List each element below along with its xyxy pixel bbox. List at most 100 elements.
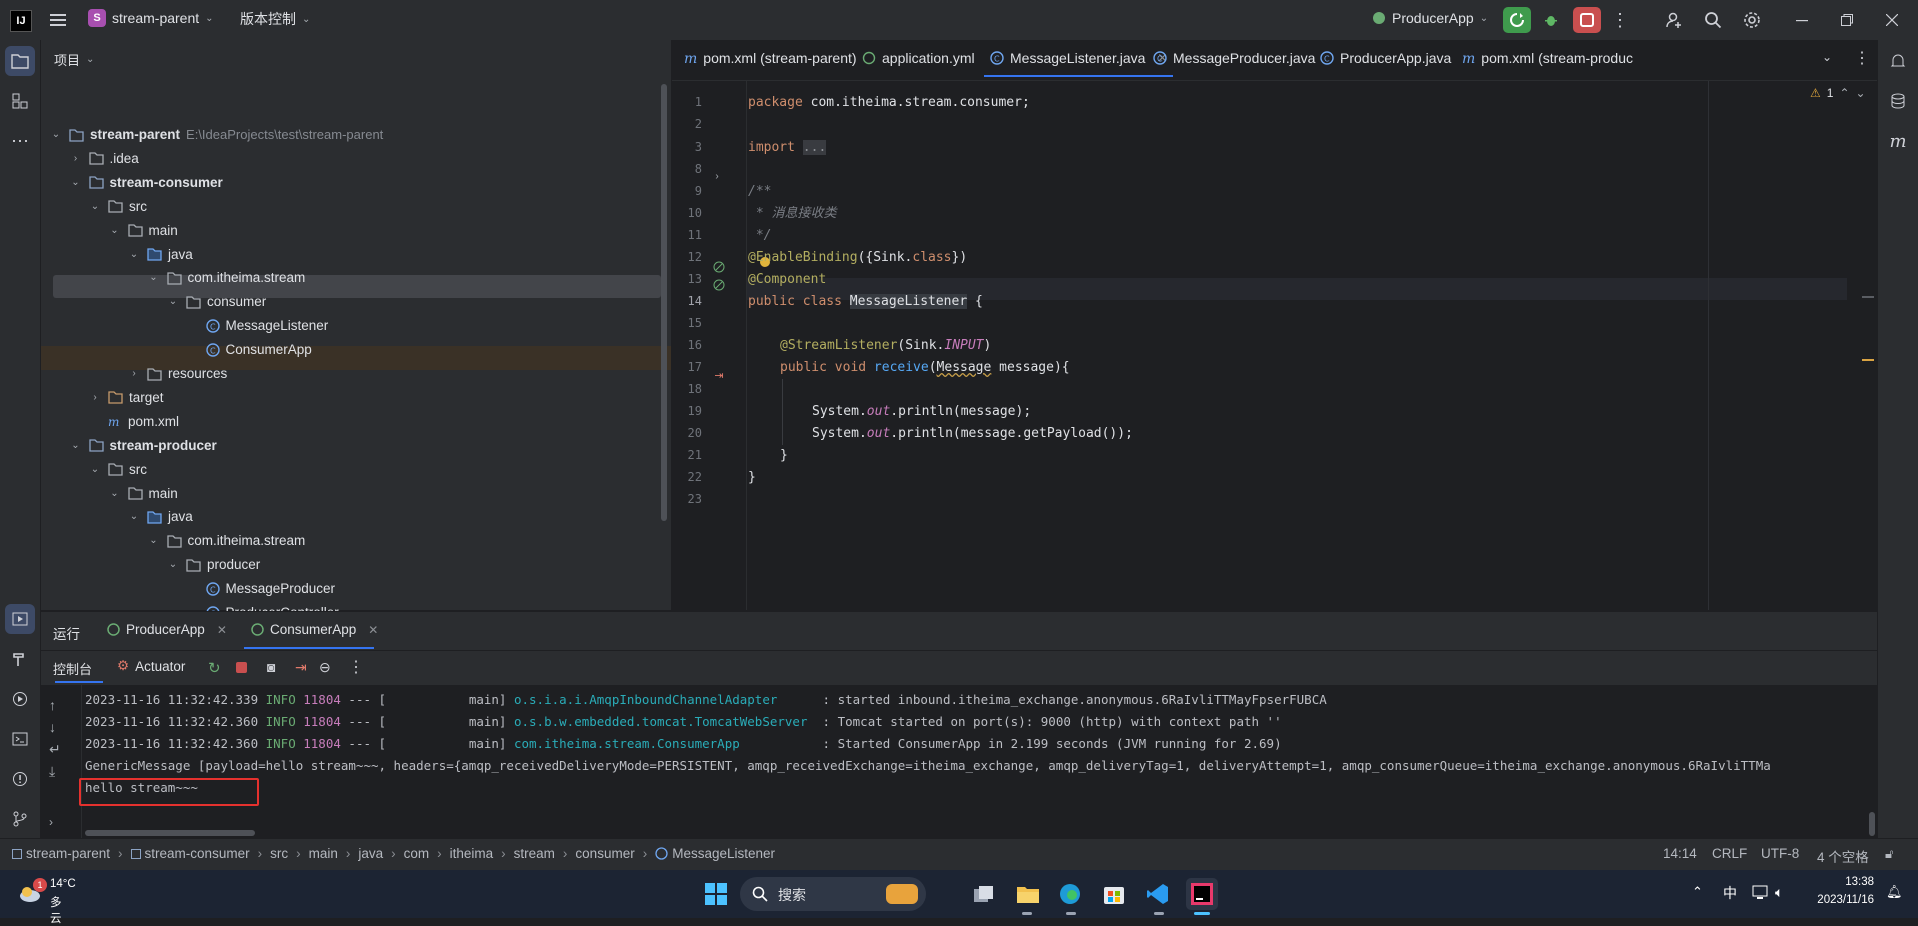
chevron-down-icon[interactable]: ⌄ — [147, 529, 161, 553]
line-number[interactable]: 16 — [672, 338, 702, 352]
chevron-down-icon[interactable]: ⌄ — [49, 123, 63, 147]
intellij-taskbar-icon[interactable] — [1186, 878, 1218, 910]
run-tool-icon[interactable] — [5, 604, 35, 634]
breadcrumb-item[interactable]: java — [358, 846, 383, 861]
tree-item[interactable]: C MessageListener — [186, 314, 328, 338]
tree-item[interactable]: ⌄ stream-consumer — [69, 171, 223, 195]
project-tool-icon[interactable] — [5, 46, 35, 76]
chevron-right-icon[interactable]: › — [69, 147, 83, 171]
structure-tool-icon[interactable] — [5, 86, 35, 116]
chevron-down-icon[interactable]: ⌄ — [69, 171, 83, 195]
line-number[interactable]: 17 — [672, 360, 702, 374]
notification-bell-icon[interactable]: 🔔︎ — [1886, 884, 1903, 900]
line-number[interactable]: 14 — [672, 294, 702, 308]
caret-position[interactable]: 14:14 — [1663, 846, 1697, 861]
vscode-icon[interactable] — [1146, 882, 1170, 906]
problems-tool-icon[interactable] — [5, 764, 35, 794]
tree-item[interactable]: ⌄ src — [88, 458, 147, 482]
line-number[interactable]: 21 — [672, 448, 702, 462]
scroll-up-icon[interactable]: ↑ — [49, 697, 56, 713]
editor-tab[interactable]: C MessageProducer.java — [1153, 40, 1315, 76]
chevron-down-icon[interactable]: ⌄ — [127, 243, 141, 267]
indent-setting[interactable]: 4 个空格 — [1817, 846, 1869, 866]
next-highlight-icon[interactable]: ⌄ — [1856, 86, 1866, 100]
line-number[interactable]: 12 — [672, 250, 702, 264]
vcs-menu[interactable]: 版本控制 ⌄ — [240, 9, 310, 29]
tab-list-chevron-icon[interactable]: ⌄ — [1822, 50, 1832, 64]
editor-tab[interactable]: m pom.xml (stream-parent) — [684, 40, 857, 76]
tree-item[interactable]: ⌄ main — [108, 482, 177, 506]
close-tab-icon[interactable]: ✕ — [217, 623, 227, 637]
settings-gear-icon[interactable] — [1740, 8, 1764, 32]
git-tool-icon[interactable] — [5, 804, 35, 834]
chevron-down-icon[interactable]: ⌄ — [166, 553, 180, 577]
tree-item[interactable]: ⌄ main — [108, 219, 177, 243]
line-number[interactable]: 1 — [672, 95, 702, 109]
line-number[interactable]: 11 — [672, 228, 702, 242]
tree-item[interactable]: ⌄ producer — [166, 553, 261, 577]
tree-scrollbar[interactable] — [661, 84, 667, 521]
tree-item[interactable]: ⌄ com.itheima.stream — [147, 529, 305, 553]
exit-icon[interactable]: ⇥ — [295, 659, 307, 676]
maven-tool-icon[interactable]: m — [1883, 126, 1913, 156]
line-number[interactable]: 18 — [672, 382, 702, 396]
chevron-right-icon[interactable]: › — [88, 386, 102, 410]
error-stripe-marker[interactable] — [1862, 296, 1874, 298]
line-number[interactable]: 2 — [672, 117, 702, 131]
restore-layout-icon[interactable]: ⊖ — [319, 659, 331, 676]
clock-time[interactable]: 13:38 — [1810, 876, 1874, 888]
close-tab-icon[interactable]: ✕ — [368, 623, 378, 637]
services-tool-icon[interactable] — [5, 684, 35, 714]
chevron-down-icon[interactable]: ⌄ — [166, 290, 180, 314]
expand-chevron-icon[interactable]: › — [49, 815, 53, 829]
breadcrumb-item[interactable]: itheima — [450, 846, 494, 861]
run-tab-consumer[interactable]: ConsumerApp ✕ — [251, 622, 378, 637]
tree-item[interactable]: ⌄ com.itheima.stream — [147, 266, 305, 290]
horizontal-scrollbar[interactable] — [85, 830, 255, 836]
editor-tab[interactable]: m pom.xml (stream-produc — [1462, 40, 1633, 76]
editor-tab[interactable]: C ProducerApp.java — [1320, 40, 1451, 76]
tree-item[interactable]: › resources — [127, 362, 227, 386]
line-number[interactable]: 3 — [672, 140, 702, 154]
breadcrumb-item[interactable]: stream-parent — [12, 846, 110, 861]
terminal-tool-icon[interactable] — [5, 724, 35, 754]
notifications-icon[interactable] — [1883, 46, 1913, 76]
line-number[interactable]: 15 — [672, 316, 702, 330]
console-tab[interactable]: 控制台 — [53, 659, 92, 678]
chevron-down-icon[interactable]: ⌄ — [88, 458, 102, 482]
warning-stripe-marker[interactable] — [1862, 359, 1874, 361]
line-number[interactable]: 19 — [672, 404, 702, 418]
editor-more-icon[interactable]: ⋮ — [1854, 48, 1870, 68]
task-view-icon[interactable] — [972, 882, 996, 906]
scroll-to-end-icon[interactable]: ⤓ — [49, 763, 55, 780]
breadcrumb-item[interactable]: MessageListener — [655, 846, 775, 861]
chevron-down-icon[interactable]: ⌄ — [88, 195, 102, 219]
project-panel-header[interactable]: 项目 ⌄ — [54, 50, 94, 69]
camera-icon[interactable]: ◙ — [267, 659, 275, 675]
taskbar-search[interactable]: 搜索 — [740, 877, 926, 911]
editor-tab[interactable]: C MessageListener.java ✕ — [984, 40, 1174, 77]
chevron-down-icon[interactable]: ⌄ — [69, 434, 83, 458]
line-separator[interactable]: CRLF — [1712, 846, 1747, 861]
breadcrumb-item[interactable]: consumer — [575, 846, 634, 861]
line-number[interactable]: 20 — [672, 426, 702, 440]
warnings-indicator[interactable]: ⚠ 1 ⌃ ⌄ — [1810, 86, 1866, 100]
main-menu-icon[interactable] — [48, 10, 68, 30]
tree-item[interactable]: ⌄ stream-producer — [69, 434, 217, 458]
rerun-icon[interactable]: ↻ — [208, 659, 221, 677]
chevron-down-icon[interactable]: ⌄ — [108, 219, 122, 243]
more-tools-icon[interactable]: ⋯ — [5, 126, 35, 156]
editor-tab[interactable]: application.yml — [862, 40, 975, 76]
fold-expand-icon[interactable]: › — [712, 169, 722, 183]
intellij-logo-icon[interactable]: IJ — [10, 10, 32, 32]
search-icon[interactable] — [1701, 8, 1725, 32]
tree-item[interactable]: m pom.xml — [88, 410, 179, 434]
clock-date[interactable]: 2023/11/16 — [1810, 894, 1874, 906]
more-options-icon[interactable]: ⋮ — [348, 657, 364, 677]
spring-bean-gutter-icon[interactable] — [712, 278, 726, 292]
line-number[interactable]: 13 — [672, 272, 702, 286]
edge-browser-icon[interactable] — [1058, 882, 1082, 906]
breadcrumb-item[interactable]: stream-consumer — [130, 846, 250, 861]
tree-item[interactable]: ⌄ java — [127, 243, 193, 267]
tree-item[interactable]: C MessageProducer — [186, 577, 335, 601]
